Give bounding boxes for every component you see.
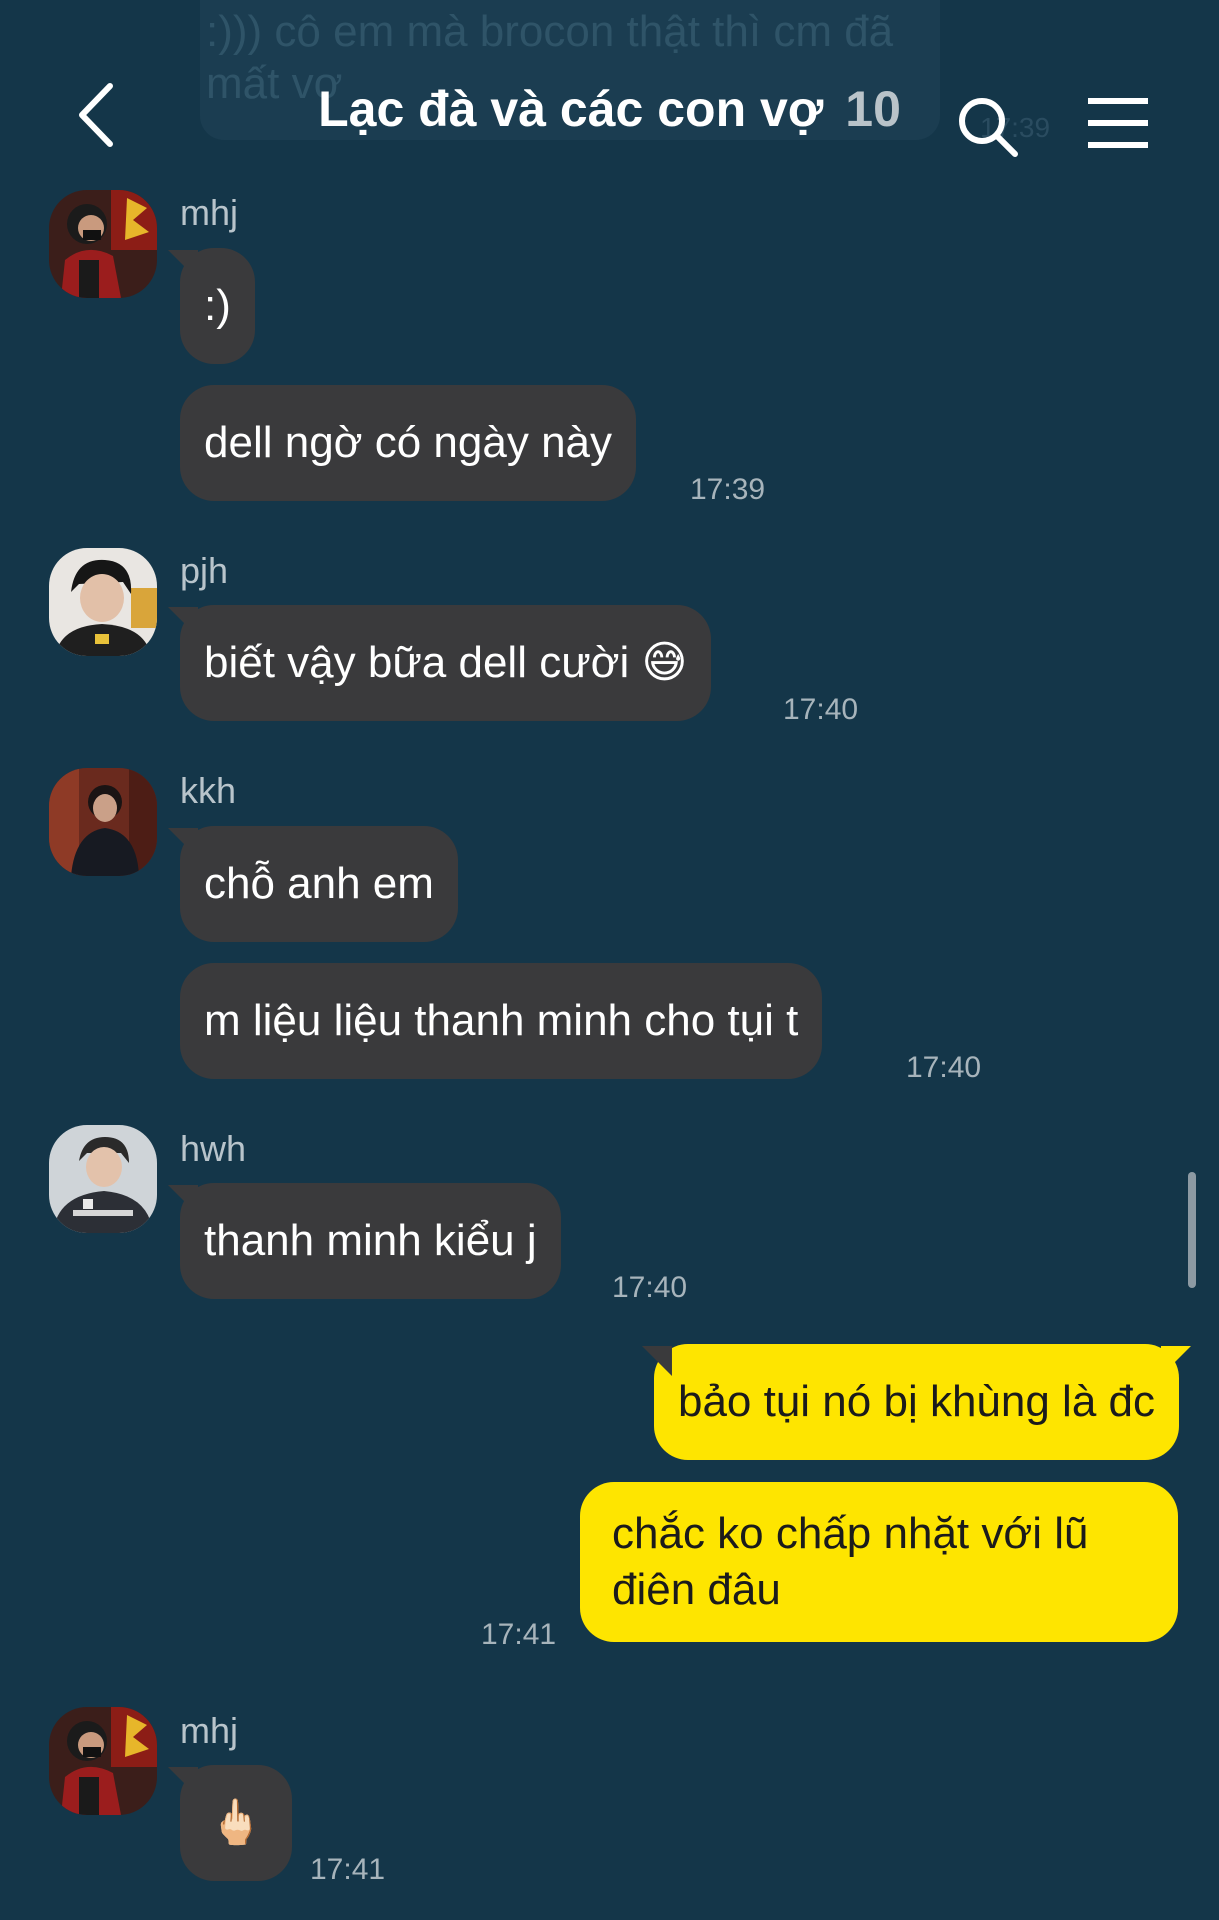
scrollbar[interactable] <box>1188 1172 1196 1288</box>
sender-name: kkh <box>180 770 237 811</box>
message-bubble[interactable]: chỗ anh em <box>180 826 458 942</box>
avatar-kkh[interactable] <box>49 768 157 876</box>
sender-name: mhj <box>180 1710 239 1751</box>
message-bubble[interactable]: biết vậy bữa dell cười 😅 <box>180 605 712 721</box>
message-time: 17:41 <box>310 1853 386 1886</box>
search-icon[interactable] <box>955 94 1021 160</box>
message-time: 17:40 <box>612 1271 688 1304</box>
message-bubble[interactable]: m liệu liệu thanh minh cho tụi t <box>180 963 823 1079</box>
message-bubble[interactable]: thanh minh kiểu j <box>180 1183 561 1299</box>
message-bubble[interactable]: dell ngờ có ngày này <box>180 385 637 501</box>
message-bubble[interactable]: 🖕🏻 <box>180 1765 292 1881</box>
my-message-bubble[interactable]: bảo tụi nó bị khùng là đc <box>653 1344 1179 1460</box>
sender-name: mhj <box>180 192 239 233</box>
my-message-bubble[interactable]: chắc ko chấp nhặt với lũ điên đâu <box>580 1482 1178 1642</box>
chat-title-text: Lạc đà và các con vợ <box>318 81 824 137</box>
message-time: 17:40 <box>906 1051 982 1084</box>
hamburger-menu-icon[interactable] <box>1085 96 1151 150</box>
chat-title: Lạc đà và các con vợ 10 <box>0 80 1219 138</box>
member-count: 10 <box>845 81 901 137</box>
sender-name: pjh <box>180 550 229 591</box>
message-bubble[interactable]: :) <box>180 248 255 364</box>
avatar-mhj[interactable] <box>49 1707 157 1815</box>
message-time: 17:41 <box>481 1618 557 1651</box>
avatar-pjh[interactable] <box>49 548 157 656</box>
chat-header: Lạc đà và các con vợ 10 <box>0 60 1219 170</box>
message-time: 17:40 <box>783 693 859 726</box>
avatar-hwh[interactable] <box>49 1125 157 1233</box>
message-time: 17:39 <box>690 473 766 506</box>
sender-name: hwh <box>180 1128 247 1169</box>
avatar-mhj[interactable] <box>49 190 157 298</box>
